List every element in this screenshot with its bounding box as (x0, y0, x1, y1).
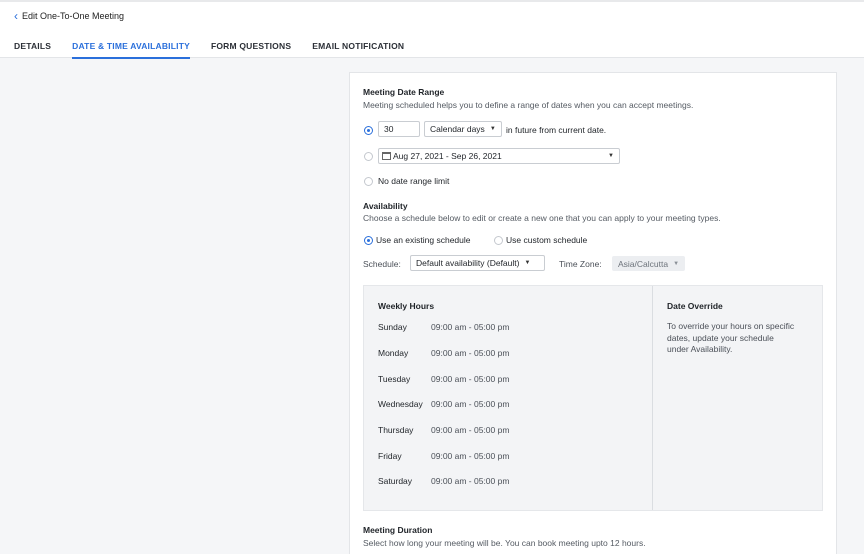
caret-down-icon: ▼ (673, 260, 680, 267)
day-label: Friday (378, 451, 402, 461)
days-value: 30 (384, 124, 394, 134)
day-label: Wednesday (378, 399, 423, 409)
day-hours: 09:00 am - 05:00 pm (431, 374, 510, 384)
radio-custom-schedule[interactable] (494, 236, 503, 245)
day-label: Thursday (378, 425, 414, 435)
no-limit-label: No date range limit (378, 176, 450, 186)
day-hours: 09:00 am - 05:00 pm (431, 348, 510, 358)
tab-date-time-availability[interactable]: DATE & TIME AVAILABILITY (72, 41, 190, 59)
existing-schedule-label: Use an existing schedule (376, 235, 471, 245)
tab-email-notification[interactable]: EMAIL NOTIFICATION (312, 41, 404, 59)
timezone-value: Asia/Calcutta (618, 258, 669, 269)
caret-down-icon: ▼ (608, 153, 614, 159)
caret-down-icon: ▼ (524, 260, 531, 266)
day-label: Tuesday (378, 374, 411, 384)
date-override-title: Date Override (667, 301, 723, 311)
radio-no-limit[interactable] (364, 177, 373, 186)
back-label: Edit One-To-One Meeting (22, 11, 125, 21)
day-hours: 09:00 am - 05:00 pm (431, 322, 510, 332)
tab-bar: DETAILS DATE & TIME AVAILABILITY FORM QU… (14, 41, 425, 59)
days-input[interactable]: 30 (378, 121, 420, 137)
days-unit-select[interactable]: Calendar days ▼ (424, 121, 502, 137)
day-label: Saturday (378, 476, 413, 486)
tab-form-questions[interactable]: FORM QUESTIONS (211, 41, 291, 59)
column-divider (652, 286, 653, 510)
date-override-text: To override your hours on specific dates… (667, 321, 795, 354)
schedule-select[interactable]: Default availability (Default) ▼ (410, 255, 545, 271)
calendar-icon (382, 152, 391, 160)
date-range-value: Aug 27, 2021 - Sep 26, 2021 (393, 151, 502, 161)
days-suffix: in future from current date. (506, 125, 607, 135)
caret-down-icon: ▼ (489, 126, 496, 132)
tab-details[interactable]: DETAILS (14, 41, 51, 59)
custom-schedule-label: Use custom schedule (506, 235, 588, 245)
radio-future-days[interactable] (364, 126, 373, 135)
duration-subtitle: Select how long your meeting will be. Yo… (363, 538, 646, 548)
days-unit-value: Calendar days (430, 124, 485, 134)
schedule-label: Schedule: (363, 259, 401, 269)
date-range-subtitle: Meeting scheduled helps you to define a … (363, 100, 694, 110)
radio-existing-schedule[interactable] (364, 236, 373, 245)
day-label: Sunday (378, 322, 407, 332)
weekly-hours-card: Weekly Hours Sunday 09:00 am - 05:00 pm … (363, 285, 823, 511)
radio-date-range[interactable] (364, 152, 373, 161)
top-bar: ‹ Edit One-To-One Meeting DETAILS DATE &… (0, 0, 864, 59)
date-range-select[interactable]: Aug 27, 2021 - Sep 26, 2021 ▼ (378, 148, 620, 164)
weekly-hours-title: Weekly Hours (378, 301, 435, 311)
settings-panel: Meeting Date Range Meeting scheduled hel… (349, 72, 837, 554)
chevron-left-icon: ‹ (14, 9, 18, 23)
timezone-label: Time Zone: (559, 259, 602, 269)
duration-title: Meeting Duration (363, 525, 433, 535)
day-label: Monday (378, 348, 409, 358)
day-hours: 09:00 am - 05:00 pm (431, 425, 510, 435)
day-hours: 09:00 am - 05:00 pm (431, 399, 510, 409)
availability-title: Availability (363, 201, 408, 211)
back-link[interactable]: ‹ Edit One-To-One Meeting (14, 9, 125, 23)
timezone-select[interactable]: Asia/Calcutta ▼ (612, 256, 686, 271)
day-hours: 09:00 am - 05:00 pm (431, 476, 510, 486)
date-range-title: Meeting Date Range (363, 87, 445, 97)
schedule-value: Default availability (Default) (416, 258, 520, 268)
day-hours: 09:00 am - 05:00 pm (431, 451, 510, 461)
availability-subtitle: Choose a schedule below to edit or creat… (363, 213, 721, 223)
